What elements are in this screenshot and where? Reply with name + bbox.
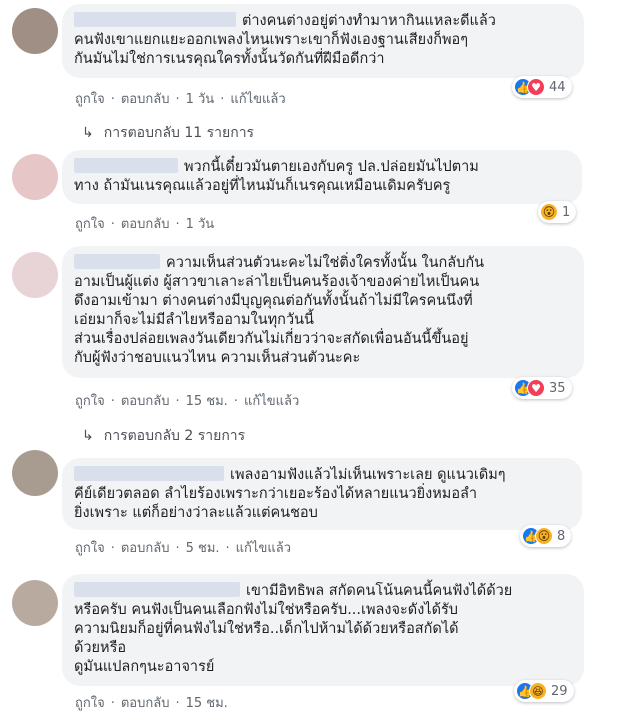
timestamp[interactable]: 1 วัน	[186, 217, 215, 232]
wow-icon: 😮	[540, 203, 558, 221]
comment-text: ความเห็นส่วนตัวนะคะไม่ใช่ติ่งใครทั้งนั้น…	[74, 255, 485, 366]
reply-link[interactable]: ตอบกลับ	[121, 217, 170, 232]
like-link[interactable]: ถูกใจ	[75, 394, 105, 409]
reaction-summary[interactable]: 👍 😮 8	[520, 525, 572, 547]
commenter-name-redacted[interactable]	[74, 466, 224, 481]
reaction-summary[interactable]: 👍 ♥ 35	[512, 377, 572, 399]
avatar[interactable]	[12, 450, 58, 496]
like-link[interactable]: ถูกใจ	[75, 696, 105, 711]
comment-actions: ถูกใจ · ตอบกลับ · 15 ชม. · แก้ไขแล้ว	[75, 394, 300, 409]
reaction-count: 29	[551, 683, 568, 699]
commenter-name-redacted[interactable]	[74, 158, 178, 173]
view-replies-link[interactable]: ↳ การตอบกลับ 2 รายการ	[82, 425, 245, 447]
like-link[interactable]: ถูกใจ	[75, 217, 105, 232]
view-replies-link[interactable]: ↳ การตอบกลับ 11 รายการ	[82, 122, 254, 144]
commenter-name-redacted[interactable]	[74, 12, 236, 27]
love-icon: ♥	[527, 78, 545, 96]
reaction-summary[interactable]: 👍 ♥ 44	[512, 76, 572, 98]
commenter-name-redacted[interactable]	[74, 254, 160, 269]
timestamp[interactable]: 5 ชม.	[186, 541, 220, 556]
reply-arrow-icon: ↳	[82, 428, 94, 444]
reaction-summary[interactable]: 😮 1	[538, 201, 577, 223]
timestamp[interactable]: 15 ชม.	[186, 696, 228, 711]
like-link[interactable]: ถูกใจ	[75, 541, 105, 556]
comment-actions: ถูกใจ · ตอบกลับ · 1 วัน · แก้ไขแล้ว	[75, 92, 286, 107]
reaction-count: 35	[549, 380, 566, 396]
timestamp[interactable]: 1 วัน	[186, 92, 215, 107]
wow-icon: 😮	[535, 527, 553, 545]
comment-bubble: ความเห็นส่วนตัวนะคะไม่ใช่ติ่งใครทั้งนั้น…	[62, 246, 584, 378]
avatar[interactable]	[12, 154, 58, 200]
reaction-count: 44	[549, 79, 566, 95]
comment-bubble: เขามีอิทธิพล สกัดคนโน้นคนนี้คนฟังได้ด้วย…	[62, 574, 584, 686]
reply-link[interactable]: ตอบกลับ	[121, 394, 170, 409]
reply-link[interactable]: ตอบกลับ	[121, 92, 170, 107]
love-icon: ♥	[527, 379, 545, 397]
comment-actions: ถูกใจ · ตอบกลับ · 5 ชม. · แก้ไขแล้ว	[75, 541, 291, 556]
comment-bubble: พวกนี้เดี๋ยวมันตายเองกับครู ปล.ปล่อยมันไ…	[62, 150, 582, 204]
comment-bubble: เพลงอามฟังแล้วไม่เห็นเพราะเลย ดูแนวเดิมๆ…	[62, 458, 582, 530]
haha-icon: 😆	[529, 682, 547, 700]
edited-label[interactable]: แก้ไขแล้ว	[236, 541, 291, 556]
commenter-name-redacted[interactable]	[74, 582, 240, 597]
comment-actions: ถูกใจ · ตอบกลับ · 1 วัน	[75, 217, 215, 232]
reaction-count: 8	[557, 528, 566, 544]
edited-label[interactable]: แก้ไขแล้ว	[244, 394, 299, 409]
reaction-count: 1	[562, 204, 571, 220]
avatar[interactable]	[12, 8, 58, 54]
avatar[interactable]	[12, 580, 58, 626]
replies-label[interactable]: การตอบกลับ 11 รายการ	[104, 125, 254, 141]
comment-actions: ถูกใจ · ตอบกลับ · 15 ชม.	[75, 696, 228, 711]
replies-label[interactable]: การตอบกลับ 2 รายการ	[104, 428, 245, 444]
reaction-summary[interactable]: 👍 😆 29	[514, 680, 574, 702]
comment-bubble: ต่างคนต่างอยู่ต่างทำมาหากินแหละดีแล้ว คน…	[62, 4, 584, 78]
reply-link[interactable]: ตอบกลับ	[121, 541, 170, 556]
reply-link[interactable]: ตอบกลับ	[121, 696, 170, 711]
timestamp[interactable]: 15 ชม.	[186, 394, 228, 409]
reply-arrow-icon: ↳	[82, 125, 94, 141]
avatar[interactable]	[12, 252, 58, 298]
edited-label[interactable]: แก้ไขแล้ว	[230, 92, 285, 107]
like-link[interactable]: ถูกใจ	[75, 92, 105, 107]
